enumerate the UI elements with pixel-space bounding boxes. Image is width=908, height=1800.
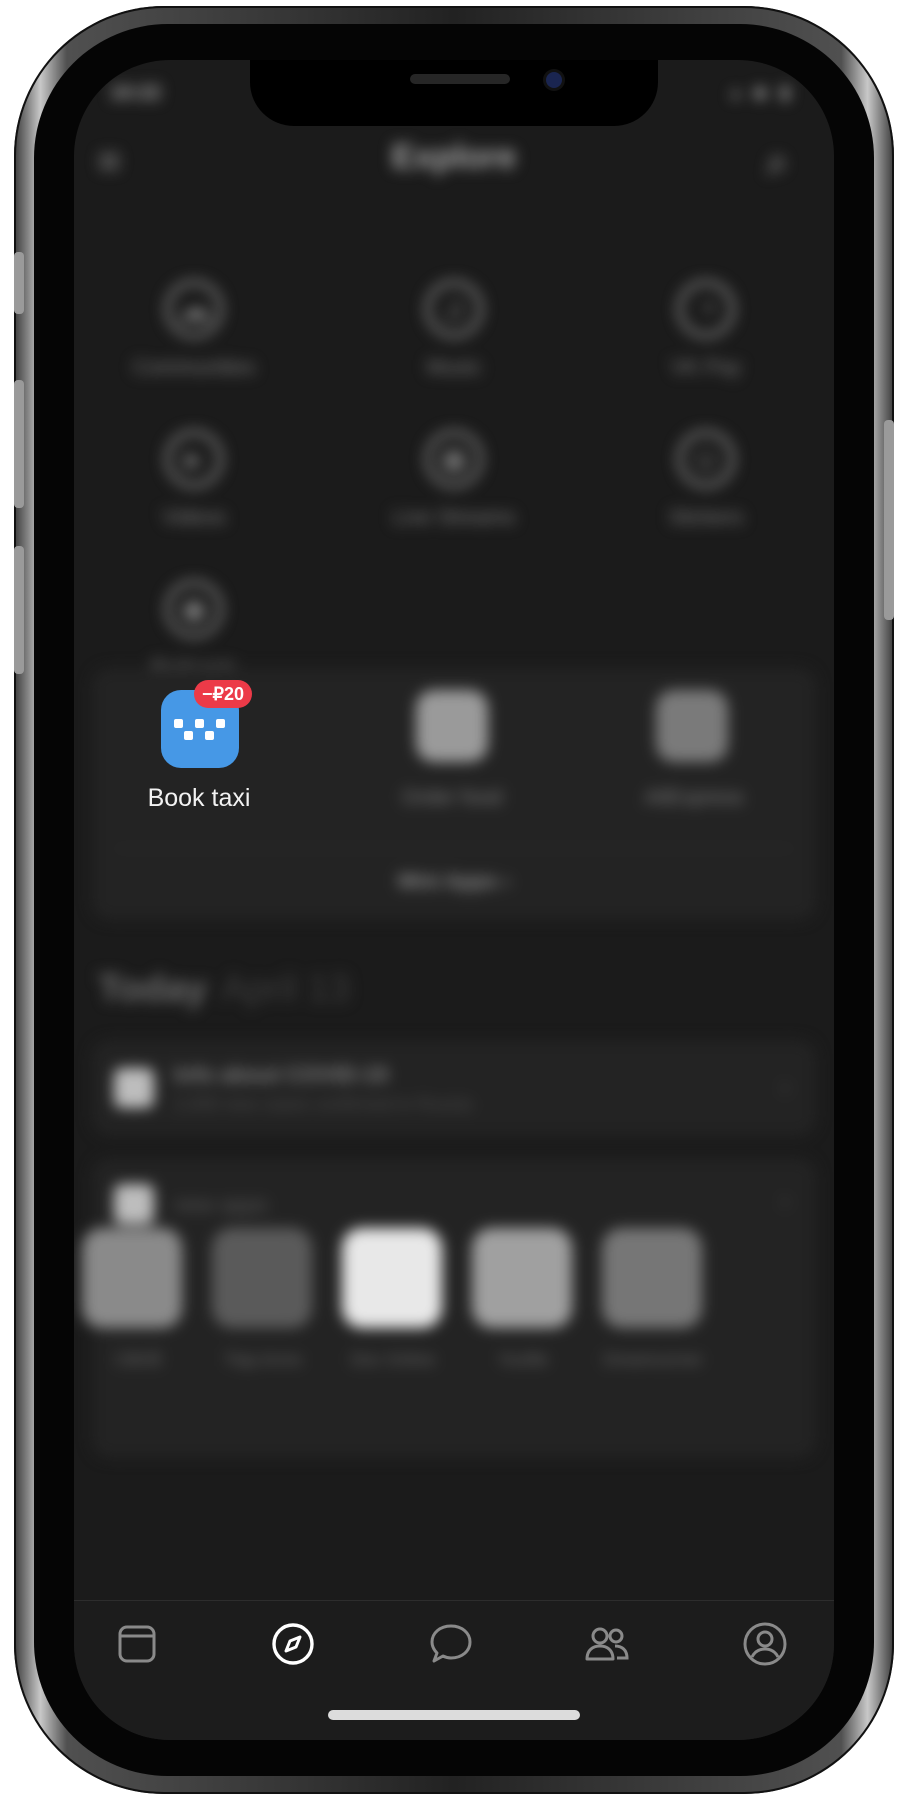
power-button: [884, 420, 894, 620]
card-title: Info about COVID-19: [174, 1062, 388, 1087]
front-camera: [546, 72, 562, 88]
app-label: Youfile: [497, 1350, 549, 1369]
volume-up-button: [14, 380, 24, 508]
chevron-right-icon: ›: [780, 1070, 790, 1103]
today-label: Today: [98, 968, 208, 1010]
service-label: Communities: [132, 356, 256, 379]
home-indicator[interactable]: [328, 1710, 580, 1720]
today-date: April 13: [221, 968, 350, 1010]
covid-info-card[interactable]: Info about COVID-19 2,000 new cases conf…: [92, 1040, 816, 1136]
app-tile[interactable]: [602, 1228, 702, 1328]
card-title: new apps: [174, 1192, 269, 1217]
service-communities[interactable]: ☁ Communities: [74, 280, 314, 380]
speaker: [410, 74, 510, 84]
today-heading: Today April 13: [98, 968, 350, 1011]
app-label: Tiqq Алло: [224, 1350, 302, 1369]
order-food-icon[interactable]: [416, 690, 488, 762]
service-label: Videos: [162, 506, 226, 529]
card-subtitle: 2,000 new cases confirmed in Russia: [174, 1094, 473, 1114]
app-tile[interactable]: [472, 1228, 572, 1328]
mini-app-label: AliExpress: [644, 786, 744, 809]
app-label: СВОЁ: [115, 1350, 163, 1369]
taxi-checker: [174, 719, 183, 728]
app-tile[interactable]: [212, 1228, 312, 1328]
service-stickers[interactable]: ☺ Stickers: [586, 430, 826, 530]
profile-icon[interactable]: [742, 1621, 788, 1667]
taxi-checker: [184, 731, 193, 740]
page-title: Explore: [391, 138, 517, 176]
vk-pay-icon: ◔: [677, 280, 735, 338]
chat-bubble-icon[interactable]: [428, 1621, 474, 1667]
compass-icon[interactable]: [270, 1621, 316, 1667]
live-streams-icon: ◉: [425, 430, 483, 488]
music-icon: ♫: [425, 280, 483, 338]
notch: [250, 60, 658, 126]
app-tile[interactable]: [342, 1228, 442, 1328]
aliexpress-icon[interactable]: [656, 690, 728, 762]
search-icon[interactable]: ⌕: [766, 140, 788, 185]
new-apps-card: new apps ›: [92, 1158, 816, 1458]
new-apps-icon: [114, 1184, 154, 1224]
discount-badge: −₽20: [194, 680, 252, 708]
service-label: VK Pay: [670, 356, 742, 379]
app-tile[interactable]: [82, 1228, 182, 1328]
service-label: Stickers: [668, 506, 744, 529]
mini-app-book-taxi[interactable]: −₽20 Book taxi: [124, 680, 274, 812]
feed-icon[interactable]: [114, 1621, 160, 1667]
covid-icon: [114, 1068, 154, 1108]
taxi-checker: [195, 719, 204, 728]
mini-app-label: Book taxi: [147, 784, 251, 812]
taxi-checker: [216, 719, 225, 728]
service-podcasts[interactable]: ◆ Podcasts: [74, 580, 314, 680]
mini-app-label: Order food: [401, 786, 503, 809]
communities-icon: ☁: [165, 280, 223, 338]
status-time: 10:22: [110, 82, 162, 104]
service-vk-pay[interactable]: ◔ VK Pay: [586, 280, 826, 380]
app-label: Doc Online: [350, 1350, 436, 1369]
service-label: Live Streams: [392, 506, 516, 529]
service-videos[interactable]: ▸ Videos: [74, 430, 314, 530]
divider: [114, 848, 794, 849]
taxi-checker: [205, 731, 214, 740]
stickers-icon: ☺: [677, 430, 735, 488]
blurred-content: 10:22 ▴ ◆ ▮ ⌗ Explore ⌕ ☁ Communities ♫ …: [74, 60, 834, 1600]
videos-icon: ▸: [165, 430, 223, 488]
service-music[interactable]: ♫ Music: [334, 280, 574, 380]
status-icons: ▴ ◆ ▮: [731, 82, 794, 102]
volume-down-button: [14, 546, 24, 674]
chevron-right-icon[interactable]: ›: [780, 1184, 790, 1218]
service-live-streams[interactable]: ◉ Live Streams: [334, 430, 574, 530]
mini-apps-link[interactable]: Mini Apps ›: [74, 870, 834, 894]
mute-switch: [14, 252, 24, 314]
phone-screen: 10:22 ▴ ◆ ▮ ⌗ Explore ⌕ ☁ Communities ♫ …: [74, 60, 834, 1740]
podcasts-icon: ◆: [165, 580, 223, 638]
app-label: Dreamcorner: [603, 1350, 703, 1369]
service-label: Music: [426, 356, 482, 379]
friends-icon[interactable]: [584, 1621, 630, 1667]
